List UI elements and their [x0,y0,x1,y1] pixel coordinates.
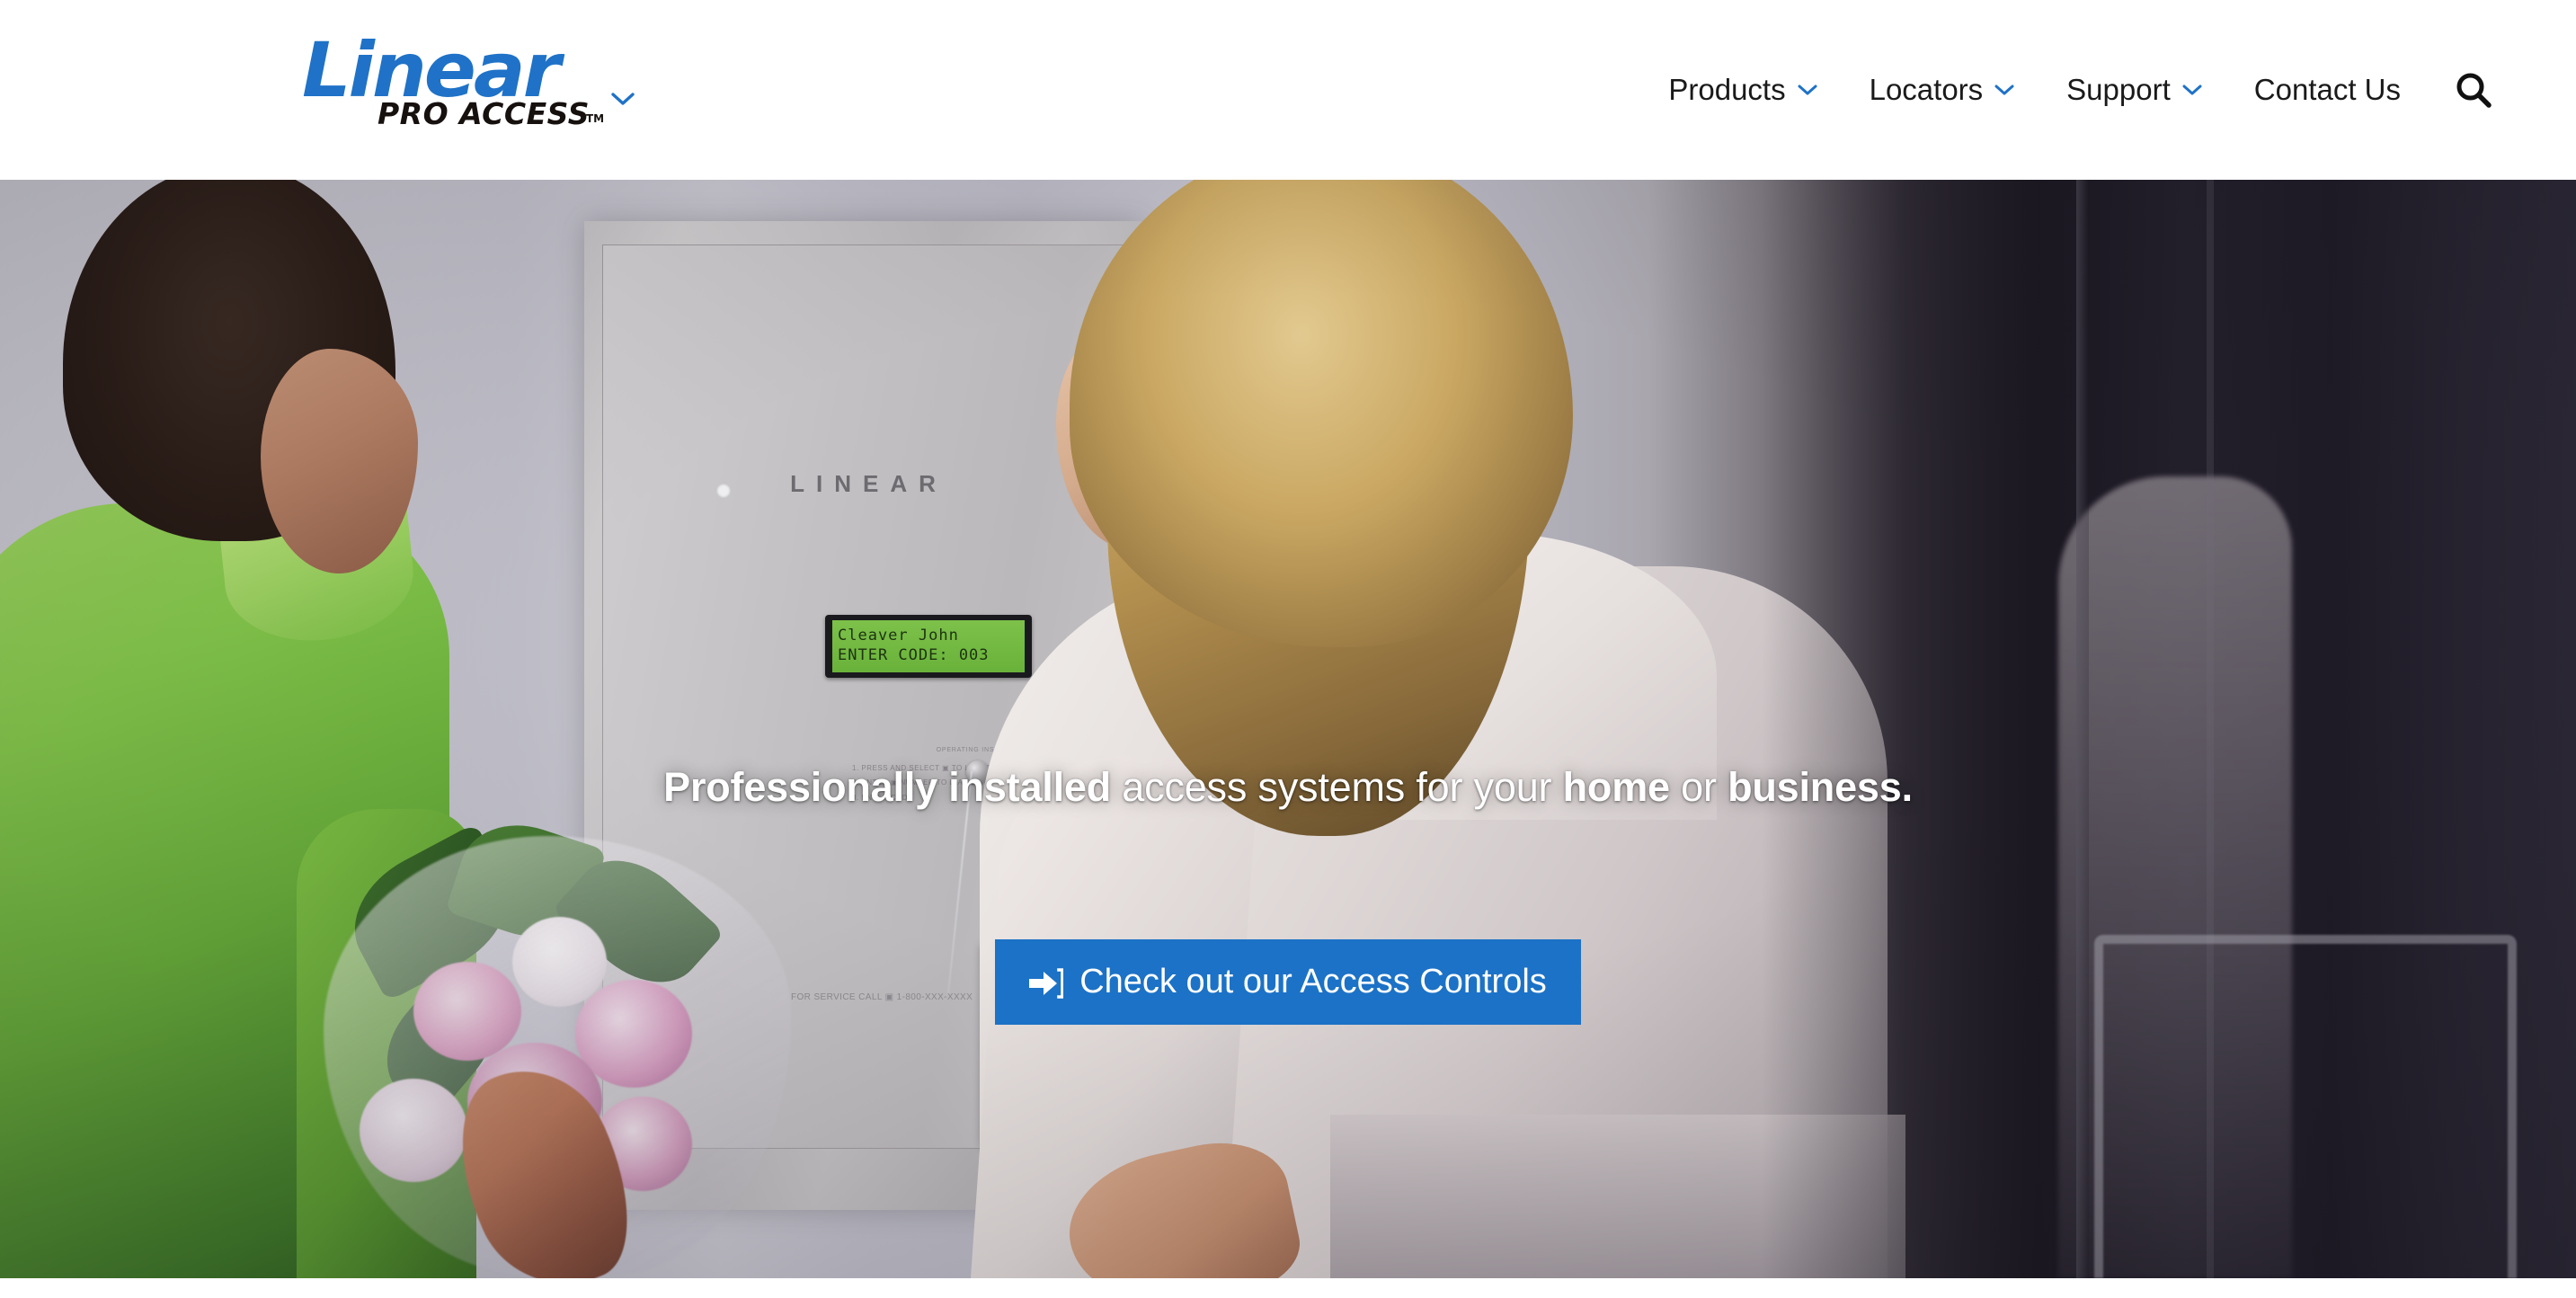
nav-label: Support [2066,73,2171,106]
nav-item-contact-us[interactable]: Contact Us [2228,73,2427,107]
chevron-down-icon [2182,84,2202,96]
search-icon[interactable] [2454,70,2493,110]
cta-label: Check out our Access Controls [1079,963,1547,1000]
primary-navigation: Products Locators Support Contact Us [1642,0,2576,180]
hero-headline: Professionally installed access systems … [0,763,2576,813]
check-out-access-controls-button[interactable]: Check out our Access Controls [995,939,1581,1025]
logo-trademark-text: TM [586,112,605,125]
hero-content: Professionally installed access systems … [0,180,2576,1278]
logo-mark: Linear PRO ACCESS TM [302,32,604,133]
site-logo[interactable]: Linear PRO ACCESS TM [302,32,635,133]
headline-regular-1: access systems for your [1111,764,1563,810]
nav-item-products[interactable]: Products [1642,73,1843,107]
nav-item-locators[interactable]: Locators [1843,73,2041,107]
nav-label: Products [1668,73,1786,106]
sign-in-arrow-icon [1029,967,1064,999]
logo-secondary-text: PRO ACCESS [378,96,590,131]
hero-cta-wrapper: Check out our Access Controls [0,939,2576,1025]
chevron-down-icon [1994,84,2014,96]
nav-item-support[interactable]: Support [2040,73,2228,107]
site-header: Linear PRO ACCESS TM Products Locators S… [0,0,2576,180]
chevron-down-icon [1798,84,1817,96]
below-fold-whitespace [0,1278,2576,1298]
chevron-down-icon[interactable] [611,92,635,106]
headline-bold-business: business [1728,764,1902,810]
nav-label: Locators [1869,73,1984,106]
headline-regular-2: or [1669,764,1728,810]
nav-label: Contact Us [2253,73,2401,106]
header-inner: Linear PRO ACCESS TM Products Locators S… [0,0,2576,180]
hero-banner: LINEAR Cleaver John ENTER CODE: 003 OPER… [0,180,2576,1278]
headline-bold-lead: Professionally installed [663,764,1111,810]
headline-bold-home: home [1562,764,1670,810]
headline-period: . [1901,764,1914,810]
